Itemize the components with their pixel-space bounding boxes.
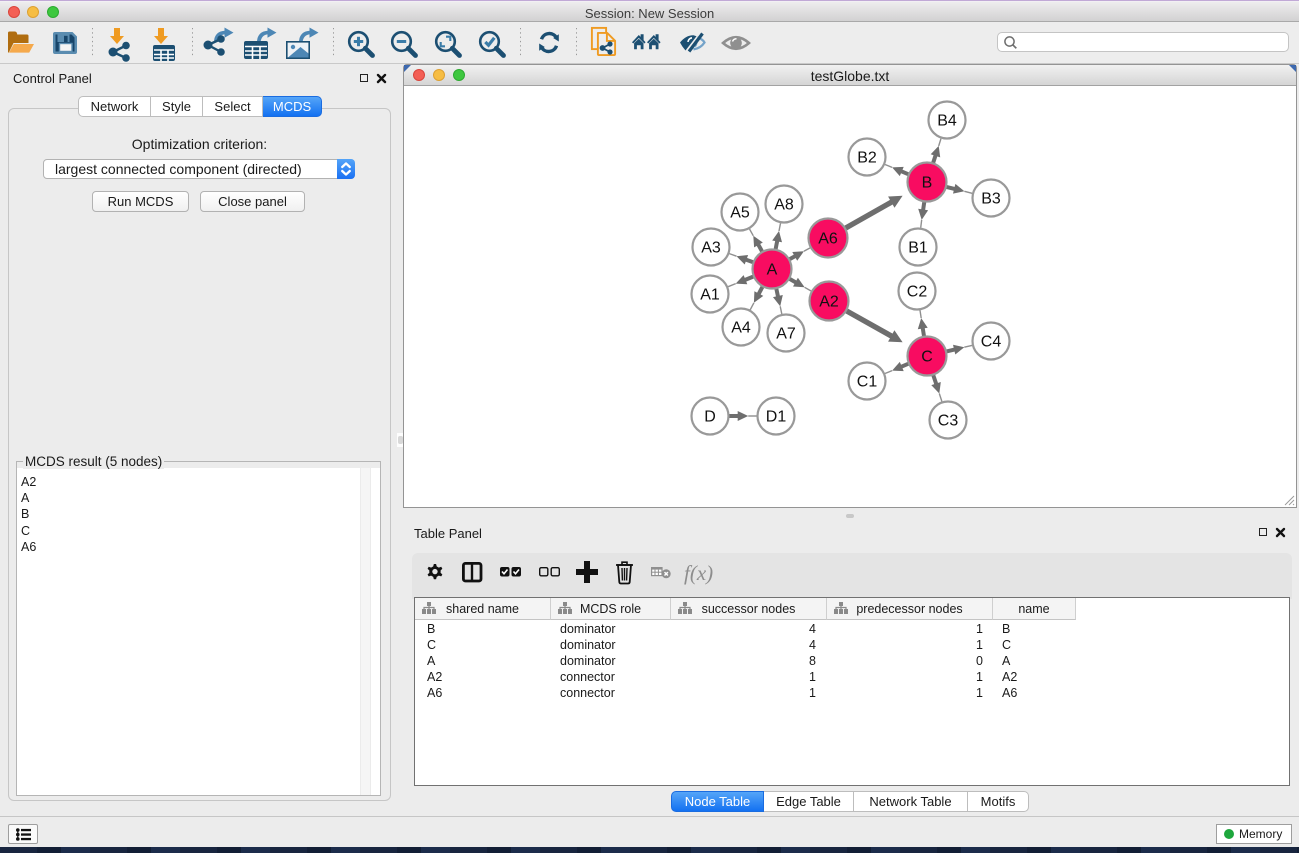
svg-text:B1: B1	[908, 240, 928, 257]
svg-text:A8: A8	[774, 197, 794, 214]
svg-text:C4: C4	[981, 334, 1002, 351]
svg-text:B4: B4	[937, 113, 957, 130]
svg-text:A3: A3	[701, 240, 721, 257]
svg-text:C3: C3	[938, 413, 959, 430]
svg-text:A6: A6	[818, 231, 838, 248]
svg-text:B: B	[922, 175, 933, 192]
svg-text:A7: A7	[776, 326, 796, 343]
svg-text:C: C	[921, 349, 933, 366]
svg-text:A2: A2	[819, 294, 839, 311]
svg-text:A5: A5	[730, 205, 750, 222]
svg-text:A1: A1	[700, 287, 720, 304]
svg-text:A4: A4	[731, 320, 751, 337]
svg-text:C1: C1	[857, 374, 878, 391]
svg-text:C2: C2	[907, 284, 928, 301]
svg-text:B2: B2	[857, 150, 877, 167]
svg-text:D: D	[704, 409, 716, 426]
svg-text:D1: D1	[766, 409, 787, 426]
svg-text:A: A	[767, 262, 778, 279]
svg-text:f(x): f(x)	[684, 561, 713, 585]
svg-text:B3: B3	[981, 191, 1001, 208]
